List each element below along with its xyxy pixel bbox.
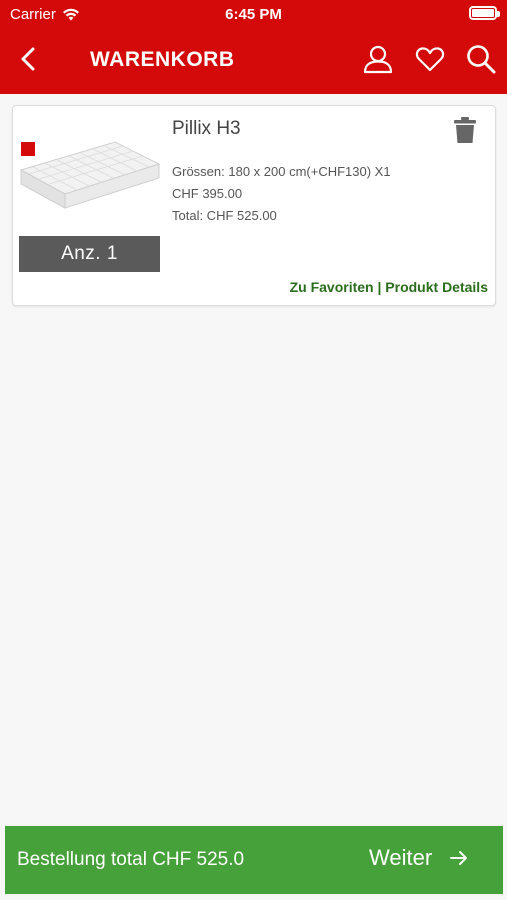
- checkout-bar[interactable]: Bestellung total CHF 525.0 Weiter: [5, 826, 503, 894]
- page-title: WARENKORB: [90, 48, 235, 71]
- order-total: Bestellung total CHF 525.0: [17, 849, 245, 870]
- search-icon[interactable]: [465, 43, 497, 75]
- heart-icon[interactable]: [414, 43, 446, 75]
- arrow-right-icon: [450, 851, 468, 865]
- link-separator: |: [373, 279, 386, 295]
- brand-logo-icon: [21, 142, 35, 156]
- add-to-favorites-link[interactable]: Zu Favoriten: [290, 279, 374, 295]
- product-total: Total: CHF 525.00: [172, 208, 277, 223]
- product-name: Pillix H3: [172, 118, 241, 139]
- nav-bar: WARENKORB: [0, 28, 507, 94]
- battery-icon: [469, 6, 500, 20]
- item-links: Zu Favoriten | Produkt Details: [290, 279, 488, 295]
- trash-icon[interactable]: [453, 116, 477, 144]
- product-image[interactable]: [19, 134, 161, 212]
- app-header: Carrier 6:45 PM WARENKORB: [0, 0, 507, 94]
- product-price: CHF 395.00: [172, 186, 243, 201]
- product-size: Grössen: 180 x 200 cm(+CHF130) X1: [172, 164, 391, 179]
- quantity-button[interactable]: Anz. 1: [19, 236, 160, 272]
- clock: 6:45 PM: [225, 6, 282, 23]
- product-details-link[interactable]: Produkt Details: [385, 279, 488, 295]
- user-icon[interactable]: [362, 43, 394, 75]
- back-arrow-icon[interactable]: [14, 44, 44, 74]
- status-bar: Carrier 6:45 PM: [0, 0, 507, 28]
- next-label: Weiter: [369, 845, 433, 870]
- cart-item-card: Anz. 1 Pillix H3 Grössen: 180 x 200 cm(+…: [12, 105, 496, 306]
- next-button[interactable]: Weiter: [369, 845, 468, 871]
